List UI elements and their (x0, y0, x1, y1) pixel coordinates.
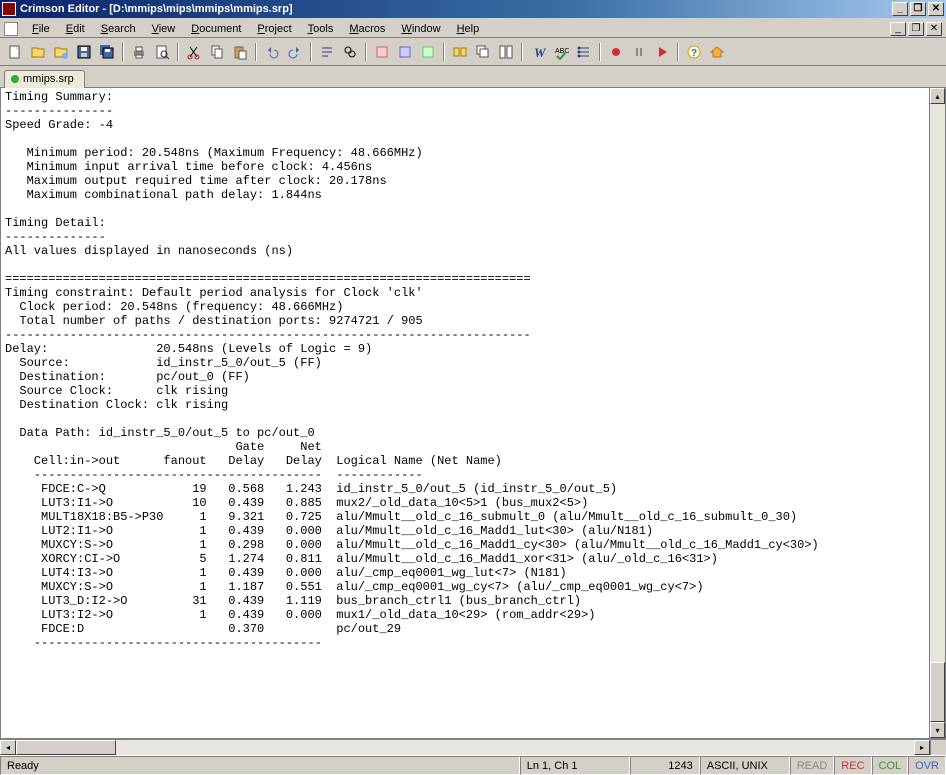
undo-button[interactable] (261, 41, 283, 62)
menu-macros[interactable]: Macros (341, 21, 393, 37)
prefs-button[interactable] (573, 41, 595, 62)
menu-document[interactable]: Document (183, 21, 249, 37)
copy-button[interactable] (206, 41, 228, 62)
help-button[interactable]: ? (683, 41, 705, 62)
new-file-button[interactable] (4, 41, 26, 62)
paste-button[interactable] (229, 41, 251, 62)
saved-indicator-icon (11, 75, 19, 83)
print-preview-button[interactable] (151, 41, 173, 62)
scroll-corner (930, 739, 946, 755)
svg-text:?: ? (691, 48, 697, 59)
mdi-minimize-button[interactable]: _ (890, 22, 906, 36)
mdi-controls: _ ❐ ✕ (890, 22, 942, 36)
title-bar: Crimson Editor - [D:\mmips\mips\mmips\mm… (0, 0, 946, 18)
home-button[interactable] (706, 41, 728, 62)
horizontal-scrollbar[interactable]: ◂ ▸ (0, 739, 930, 755)
file-tab[interactable]: mmips.srp (4, 70, 85, 88)
mdi-close-button[interactable]: ✕ (926, 22, 942, 36)
svg-text:W: W (534, 45, 546, 60)
status-ovr: OVR (908, 756, 946, 775)
menu-edit[interactable]: Edit (58, 21, 93, 37)
tab-label: mmips.srp (23, 73, 74, 85)
word-wrap-button[interactable] (316, 41, 338, 62)
menu-bar: File Edit Search View Document Project T… (0, 18, 946, 38)
close-button[interactable]: ✕ (928, 2, 944, 16)
print-button[interactable] (128, 41, 150, 62)
status-bar: Ready Ln 1, Ch 1 1243 ASCII, UNIX READ R… (0, 755, 946, 775)
status-chars: 1243 (630, 756, 700, 775)
minimize-button[interactable]: _ (892, 2, 908, 16)
window-controls: _ ❐ ✕ (892, 2, 944, 16)
toolbar-separator (365, 43, 367, 61)
vscroll-thumb[interactable] (930, 662, 945, 722)
app-icon (2, 2, 16, 16)
macro-button-3[interactable] (417, 41, 439, 62)
tab-strip: mmips.srp (0, 66, 946, 88)
record-button[interactable] (605, 41, 627, 62)
bold-button[interactable]: W (527, 41, 549, 62)
menu-view[interactable]: View (144, 21, 184, 37)
vscroll-track[interactable] (930, 104, 945, 722)
editor-area: Timing Summary: --------------- Speed Gr… (0, 88, 946, 739)
menu-file[interactable]: File (24, 21, 58, 37)
svg-text:ABC: ABC (555, 48, 569, 55)
scroll-up-button[interactable]: ▴ (930, 88, 945, 104)
status-cursor: Ln 1, Ch 1 (520, 756, 630, 775)
window-title: Crimson Editor - [D:\mmips\mips\mmips\mm… (20, 3, 892, 15)
mdi-restore-button[interactable]: ❐ (908, 22, 924, 36)
menu-help[interactable]: Help (449, 21, 488, 37)
scroll-right-button[interactable]: ▸ (914, 740, 930, 755)
spellcheck-button[interactable]: ABC (550, 41, 572, 62)
toolbar-separator (521, 43, 523, 61)
scroll-left-button[interactable]: ◂ (0, 740, 16, 755)
toolbar-separator (310, 43, 312, 61)
toolbar: W ABC ? (0, 38, 946, 66)
macro-button-1[interactable] (371, 41, 393, 62)
cascade-button[interactable] (472, 41, 494, 62)
play-button[interactable] (651, 41, 673, 62)
maximize-button[interactable]: ❐ (910, 2, 926, 16)
directory-button[interactable] (449, 41, 471, 62)
macro-button-2[interactable] (394, 41, 416, 62)
save-button[interactable] (73, 41, 95, 62)
text-editor[interactable]: Timing Summary: --------------- Speed Gr… (1, 88, 929, 738)
toolbar-separator (177, 43, 179, 61)
status-message: Ready (0, 756, 520, 775)
status-encoding: ASCII, UNIX (700, 756, 790, 775)
toolbar-separator (255, 43, 257, 61)
hscroll-row: ◂ ▸ (0, 739, 946, 755)
hscroll-track[interactable] (16, 740, 914, 755)
status-read: READ (790, 756, 835, 775)
cut-button[interactable] (183, 41, 205, 62)
redo-button[interactable] (284, 41, 306, 62)
menu-search[interactable]: Search (93, 21, 144, 37)
scroll-down-button[interactable]: ▾ (930, 722, 945, 738)
open-remote-button[interactable] (50, 41, 72, 62)
document-icon (4, 22, 18, 36)
toolbar-separator (122, 43, 124, 61)
menu-tools[interactable]: Tools (300, 21, 342, 37)
find-button[interactable] (339, 41, 361, 62)
pause-button[interactable] (628, 41, 650, 62)
toolbar-separator (443, 43, 445, 61)
toolbar-separator (677, 43, 679, 61)
status-col: COL (872, 756, 909, 775)
status-rec: REC (834, 756, 871, 775)
hscroll-thumb[interactable] (16, 740, 116, 755)
menu-window[interactable]: Window (393, 21, 448, 37)
toolbar-separator (599, 43, 601, 61)
vertical-scrollbar[interactable]: ▴ ▾ (929, 88, 945, 738)
open-file-button[interactable] (27, 41, 49, 62)
menu-project[interactable]: Project (249, 21, 299, 37)
save-all-button[interactable] (96, 41, 118, 62)
tile-button[interactable] (495, 41, 517, 62)
